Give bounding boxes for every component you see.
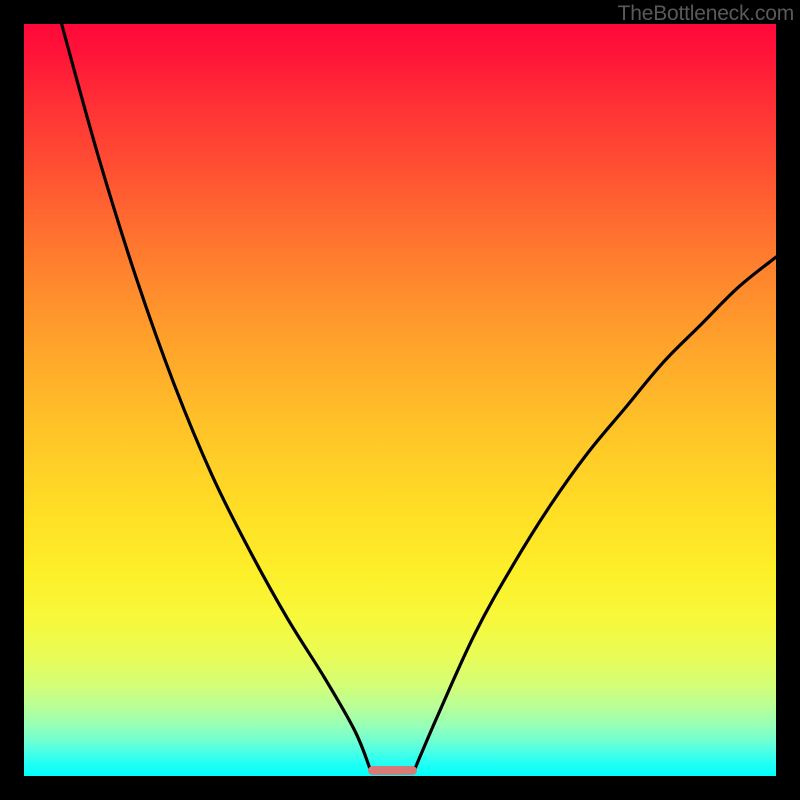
chart-frame: TheBottleneck.com <box>0 0 800 800</box>
right-curve <box>415 257 776 768</box>
curves-layer <box>24 24 776 776</box>
bottleneck-marker <box>368 766 417 776</box>
watermark-text: TheBottleneck.com <box>618 2 794 26</box>
left-curve <box>62 24 370 768</box>
plot-area <box>24 24 776 776</box>
